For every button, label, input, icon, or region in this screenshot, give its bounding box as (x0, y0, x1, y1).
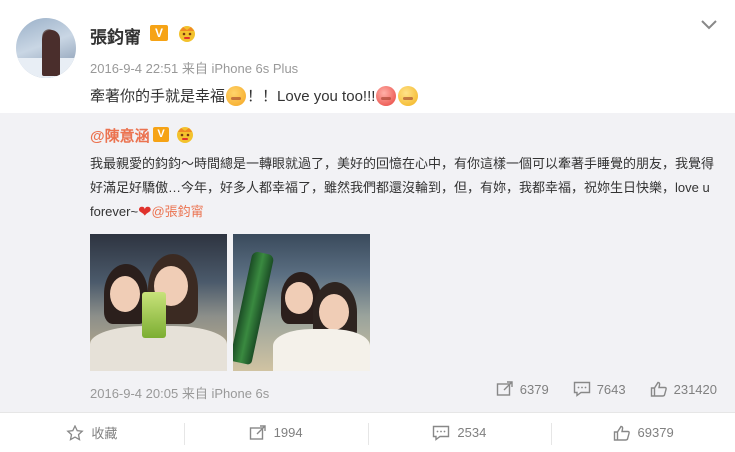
thumbs-up-icon (613, 425, 630, 441)
repost-photo-1[interactable] (90, 234, 227, 371)
kiss-emoji-icon (376, 85, 397, 106)
favorite-label: 收藏 (91, 426, 118, 441)
favorite-button[interactable]: 收藏 (0, 413, 184, 452)
repost-comment-count: 7643 (596, 381, 626, 397)
share-count: 1994 (273, 425, 303, 440)
repost-photo-2[interactable] (233, 234, 370, 371)
repost-share-count: 6379 (519, 381, 549, 397)
post-timestamp[interactable]: 2016-9-4 22:51 (90, 61, 178, 76)
shy-smile-emoji-icon (226, 85, 247, 106)
post-content: 牽著你的手就是幸福 ！！Love you too!!! (90, 85, 419, 106)
reposted-content: @陳意涵 V 我最親愛的鈞鈞～時間總是一轉眼就過了，美好的回憶在心中，有你這樣一… (0, 113, 735, 412)
share-button[interactable]: 1994 (183, 413, 368, 452)
comment-icon (573, 381, 590, 397)
post-action-bar: 收藏 1994 2534 69379 (0, 412, 735, 452)
post-text: 牽著你的手就是幸福 (90, 88, 226, 105)
verified-badge-icon[interactable]: V (150, 25, 168, 41)
repost-source-prefix: 来自 (181, 386, 208, 401)
star-icon (66, 424, 85, 441)
post-source-prefix: 来自 (181, 61, 208, 76)
repost-timestamp[interactable]: 2016-9-4 20:05 (90, 386, 178, 401)
repost-source[interactable]: iPhone 6s (211, 386, 269, 401)
heart-emoji-icon: ❤ (138, 203, 152, 221)
repost-like-count: 231420 (673, 381, 717, 397)
comment-count: 2534 (457, 425, 487, 440)
post-meta: 2016-9-4 22:51 来自 iPhone 6s Plus (90, 58, 298, 77)
post-source[interactable]: iPhone 6s Plus (211, 61, 298, 76)
member-crown-icon[interactable] (176, 24, 198, 43)
chevron-down-icon[interactable] (700, 18, 718, 32)
repost-verified-badge-icon[interactable]: V (153, 127, 169, 142)
post-text-2: ！！Love you too!!! (247, 88, 376, 105)
repost-like-button[interactable]: 231420 (650, 381, 717, 397)
like-count: 69379 (637, 425, 674, 440)
thumbs-up-icon (650, 381, 667, 397)
comment-icon (433, 425, 450, 441)
repost-stats: 6379 7643 231420 (496, 381, 717, 397)
repost-meta: 2016-9-4 20:05 来自 iPhone 6s (90, 383, 269, 402)
share-icon (249, 424, 266, 440)
blush-emoji-icon (398, 85, 419, 106)
comment-button[interactable]: 2534 (367, 413, 552, 452)
repost-comment-button[interactable]: 7643 (573, 381, 626, 397)
repost-share-button[interactable]: 6379 (496, 381, 549, 397)
repost-author[interactable]: @陳意涵 (90, 125, 150, 146)
repost-text: 我最親愛的鈞鈞～時間總是一轉眼就過了，美好的回憶在心中，有你這樣一個可以牽著手睡… (90, 152, 720, 225)
like-button[interactable]: 69379 (551, 413, 735, 452)
repost-member-crown-icon[interactable] (174, 125, 196, 144)
weibo-post: 張鈞甯 V 2016-9-4 22:51 来自 iPhone 6s Plus 牽… (0, 0, 735, 452)
avatar[interactable] (16, 18, 76, 78)
author-name[interactable]: 張鈞甯 (90, 23, 141, 48)
share-icon (496, 381, 513, 396)
mention-link[interactable]: @張鈞甯 (151, 204, 203, 219)
